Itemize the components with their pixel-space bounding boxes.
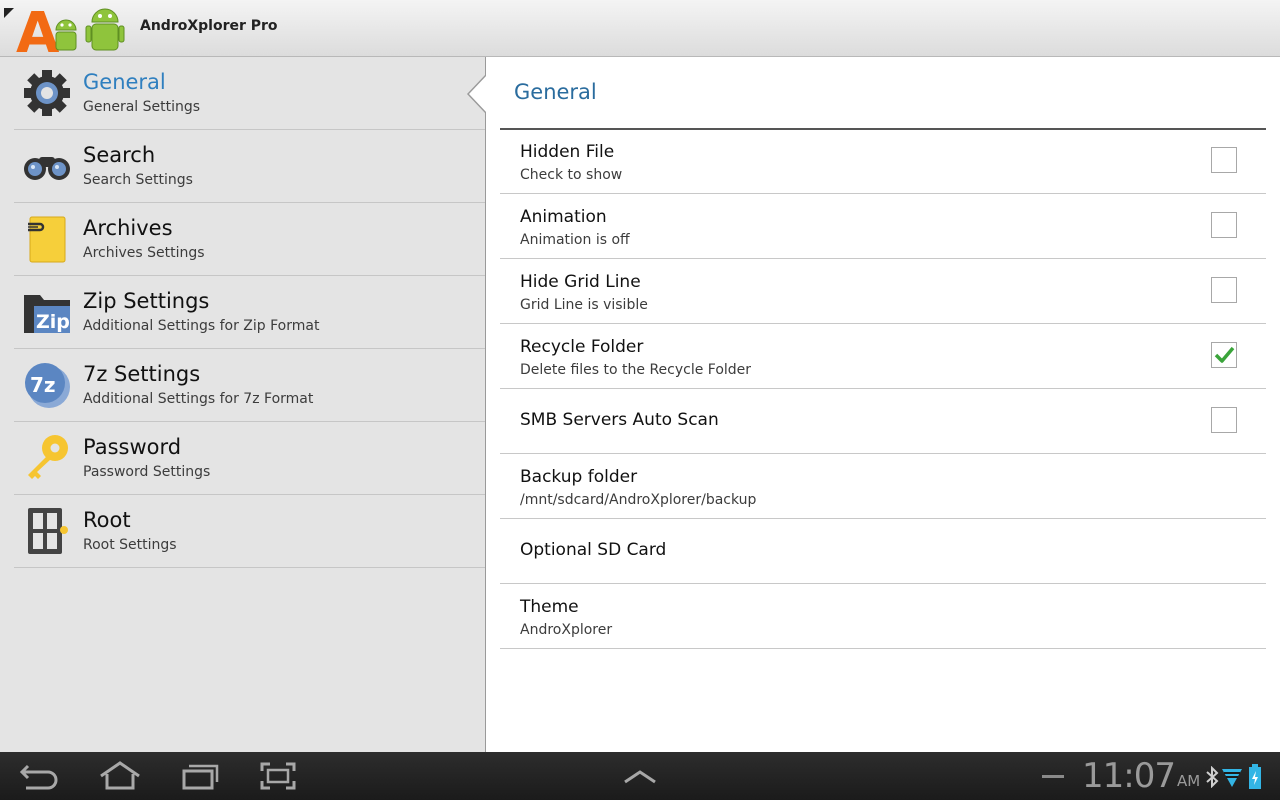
pref-optional-sd-card[interactable]: Optional SD Card	[500, 519, 1266, 584]
svg-text:Zip: Zip	[36, 311, 70, 333]
overflow-corner-icon[interactable]	[4, 8, 14, 18]
pref-title: Hidden File	[520, 142, 615, 162]
animation-checkbox[interactable]	[1211, 212, 1237, 238]
sidebar-item-subtitle: Search Settings	[83, 172, 193, 188]
sidebar-item-subtitle: Archives Settings	[83, 245, 205, 261]
checkmark-icon	[1214, 346, 1235, 363]
settings-category-list: General General Settings Search Search S…	[0, 57, 487, 752]
pref-title: Backup folder	[520, 467, 638, 487]
sidebar-item-subtitle: General Settings	[83, 99, 201, 115]
app-logo-icon[interactable]: A	[16, 4, 126, 54]
wifi-icon	[1222, 769, 1242, 787]
pref-hidden-file[interactable]: Hidden File Check to show	[500, 129, 1266, 194]
smb-auto-scan-checkbox[interactable]	[1211, 407, 1237, 433]
app-title: AndroXplorer Pro	[140, 18, 278, 34]
back-icon[interactable]	[18, 760, 62, 792]
selection-pointer-fill	[469, 75, 487, 113]
recent-apps-icon[interactable]	[178, 760, 222, 792]
root-icon	[28, 508, 68, 554]
pref-summary: Check to show	[520, 167, 623, 183]
up-arrow-icon[interactable]	[618, 760, 662, 792]
pref-hide-grid-line[interactable]: Hide Grid Line Grid Line is visible	[500, 259, 1266, 324]
sidebar-item-title: Search	[83, 143, 156, 167]
screenshot-icon[interactable]	[256, 760, 300, 792]
pref-title: Animation	[520, 207, 607, 227]
gear-icon	[24, 70, 70, 116]
archive-note-icon	[28, 216, 66, 263]
sidebar-item-title: General	[83, 70, 166, 94]
hidden-file-checkbox[interactable]	[1211, 147, 1237, 173]
sidebar-item-search[interactable]: Search Search Settings	[14, 130, 485, 203]
pref-title: Recycle Folder	[520, 337, 644, 357]
hide-grid-line-checkbox[interactable]	[1211, 277, 1237, 303]
sidebar-item-subtitle: Password Settings	[83, 464, 211, 480]
recycle-folder-checkbox[interactable]	[1211, 342, 1237, 368]
sidebar-item-title: 7z Settings	[83, 362, 201, 386]
settings-detail-pane: General Hidden File Check to show Animat…	[486, 57, 1280, 752]
pref-backup-folder[interactable]: Backup folder /mnt/sdcard/AndroXplorer/b…	[500, 454, 1266, 519]
sidebar-item-archives[interactable]: Archives Archives Settings	[14, 203, 485, 276]
zip-folder-icon: Zip	[24, 295, 70, 333]
pref-recycle-folder[interactable]: Recycle Folder Delete files to the Recyc…	[500, 324, 1266, 389]
pref-animation[interactable]: Animation Animation is off	[500, 194, 1266, 259]
pref-theme[interactable]: Theme AndroXplorer	[500, 584, 1266, 649]
section-title: General	[514, 80, 597, 104]
sidebar-item-title: Archives	[83, 216, 173, 240]
pref-summary: Grid Line is visible	[520, 297, 648, 313]
sidebar-item-subtitle: Additional Settings for 7z Format	[83, 391, 314, 407]
sidebar-item-password[interactable]: Password Password Settings	[14, 422, 485, 495]
sidebar-item-title: Zip Settings	[83, 289, 210, 313]
bluetooth-icon	[1206, 766, 1219, 788]
pref-summary: AndroXplorer	[520, 622, 613, 638]
home-icon[interactable]	[98, 760, 142, 792]
system-navigation-bar: 11:07 AM	[0, 752, 1280, 800]
pref-summary: /mnt/sdcard/AndroXplorer/backup	[520, 492, 757, 508]
svg-text:A: A	[16, 4, 60, 54]
sidebar-item-7z-settings[interactable]: 7z 7z Settings Additional Settings for 7…	[14, 349, 485, 422]
clock-ampm: AM	[1177, 772, 1201, 790]
clock-time[interactable]: 11:07	[1082, 756, 1176, 796]
sidebar-item-root[interactable]: Root Root Settings	[14, 495, 485, 568]
pref-summary: Delete files to the Recycle Folder	[520, 362, 752, 378]
section-header: General	[500, 57, 1266, 130]
minus-icon[interactable]	[1042, 774, 1064, 780]
pref-title: SMB Servers Auto Scan	[520, 410, 719, 430]
svg-text:7z: 7z	[30, 373, 56, 397]
action-bar: A AndroXplorer Pro	[0, 0, 1280, 57]
pref-smb-auto-scan[interactable]: SMB Servers Auto Scan	[500, 389, 1266, 454]
battery-icon	[1249, 764, 1261, 789]
pref-title: Optional SD Card	[520, 540, 667, 560]
sidebar-item-general[interactable]: General General Settings	[14, 57, 485, 130]
7z-icon: 7z	[25, 363, 70, 408]
sidebar-item-title: Password	[83, 435, 182, 459]
pref-title: Hide Grid Line	[520, 272, 641, 292]
binoculars-icon	[24, 157, 70, 180]
key-icon	[28, 435, 68, 479]
pref-title: Theme	[520, 597, 579, 617]
pref-summary: Animation is off	[520, 232, 630, 248]
sidebar-item-title: Root	[83, 508, 131, 532]
sidebar-item-subtitle: Additional Settings for Zip Format	[83, 318, 320, 334]
sidebar-item-subtitle: Root Settings	[83, 537, 177, 553]
sidebar-item-zip-settings[interactable]: Zip Zip Settings Additional Settings for…	[14, 276, 485, 349]
